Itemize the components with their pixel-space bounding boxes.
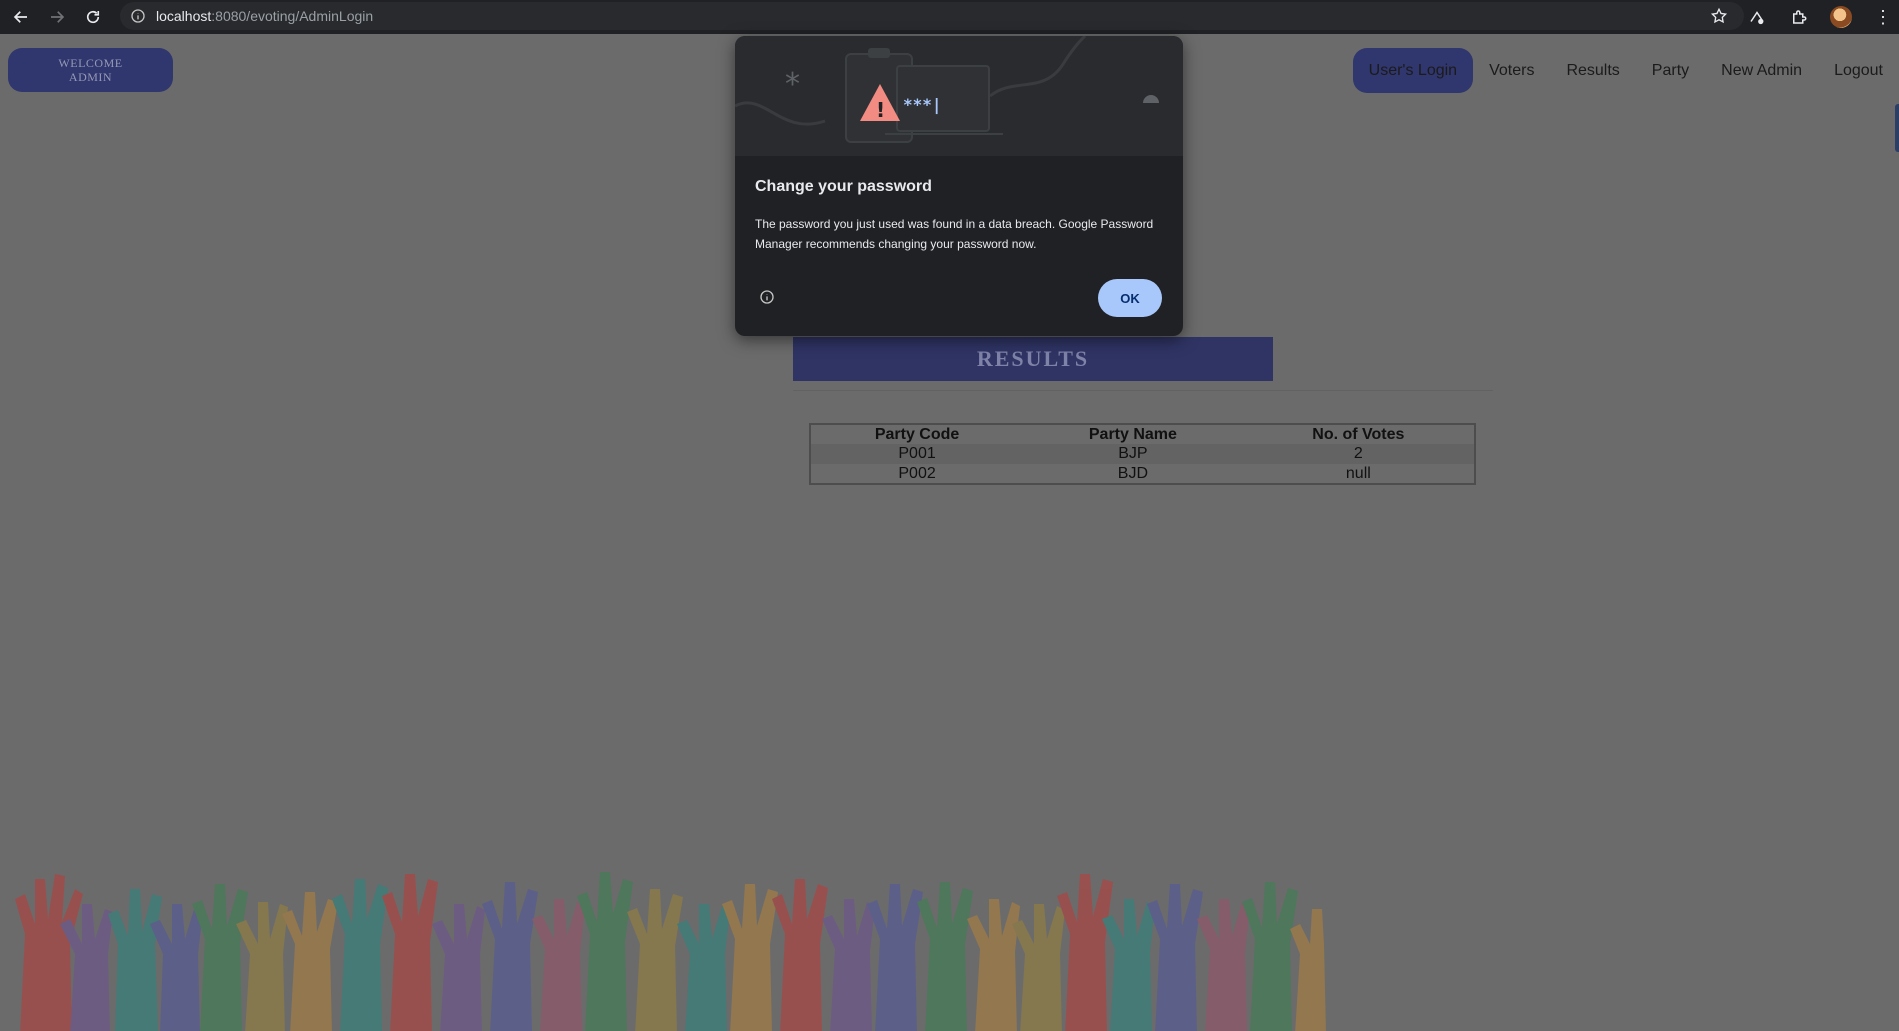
column-header-votes: No. of Votes [1312, 425, 1405, 443]
more-menu-icon[interactable]: ⋮ [1867, 1, 1899, 33]
reload-icon[interactable] [78, 2, 108, 32]
cell-votes: 2 [1353, 445, 1363, 462]
bookmark-star-icon[interactable] [1710, 7, 1728, 25]
nav-results[interactable]: Results [1550, 48, 1635, 93]
cell-party-name: BJD [1117, 464, 1149, 482]
masked-password-text: ***| [903, 95, 942, 115]
svg-text:*: * [785, 67, 800, 102]
column-header-party-name: Party Name [1088, 425, 1177, 443]
divider [793, 390, 1493, 391]
dialog-body-text: The password you just used was found in … [755, 217, 1154, 251]
cell-party-name: BJP [1118, 445, 1148, 462]
nav-new-admin[interactable]: New Admin [1705, 48, 1818, 93]
welcome-line-1: WELCOME [58, 56, 123, 70]
back-icon[interactable] [6, 2, 36, 32]
browser-toolbar: localhost:8080/evoting/AdminLogin ⋮ [0, 0, 1899, 34]
extension-status-icon[interactable] [1741, 1, 1773, 33]
column-header-party-code: Party Code [874, 425, 960, 443]
table-row: P001 BJP 2 [810, 444, 1475, 464]
ok-button[interactable]: OK [1098, 279, 1162, 317]
dialog-title: Change your password [755, 178, 932, 195]
password-breach-dialog: * ! ***| Change your password The passwo… [735, 36, 1183, 336]
svg-text:!: ! [876, 98, 885, 122]
table-header-row: Party Code Party Name No. of Votes [810, 424, 1475, 444]
welcome-admin-badge: WELCOME ADMIN [8, 48, 173, 92]
profile-avatar[interactable] [1825, 1, 1857, 33]
address-bar[interactable]: localhost:8080/evoting/AdminLogin [120, 2, 1744, 30]
table-row: P002 BJD null [810, 464, 1475, 484]
nav-logout[interactable]: Logout [1818, 48, 1899, 93]
raised-hands-illustration [15, 872, 1326, 1031]
forward-icon[interactable] [42, 2, 72, 32]
cell-party-code: P001 [898, 445, 936, 462]
side-scroll-tab[interactable] [1895, 104, 1899, 152]
cell-party-code: P002 [898, 464, 936, 482]
dialog-illustration: * ! ***| [735, 36, 1183, 156]
nav-party[interactable]: Party [1636, 48, 1705, 93]
extensions-puzzle-icon[interactable] [1783, 1, 1815, 33]
nav-users-login[interactable]: User's Login [1352, 48, 1474, 93]
welcome-line-2: ADMIN [68, 70, 113, 84]
top-navigation: User's Login Voters Results Party New Ad… [1352, 48, 1899, 93]
results-table: Party Code Party Name No. of Votes P001 … [809, 423, 1476, 485]
url-text: localhost:8080/evoting/AdminLogin [156, 8, 374, 24]
info-circle-icon[interactable] [759, 289, 775, 305]
site-info-icon[interactable] [130, 8, 146, 24]
cell-votes: null [1345, 464, 1371, 482]
nav-voters[interactable]: Voters [1473, 48, 1550, 93]
results-heading: RESULTS [793, 337, 1273, 381]
password-warning-illustration: * ! ***| [735, 36, 1159, 143]
